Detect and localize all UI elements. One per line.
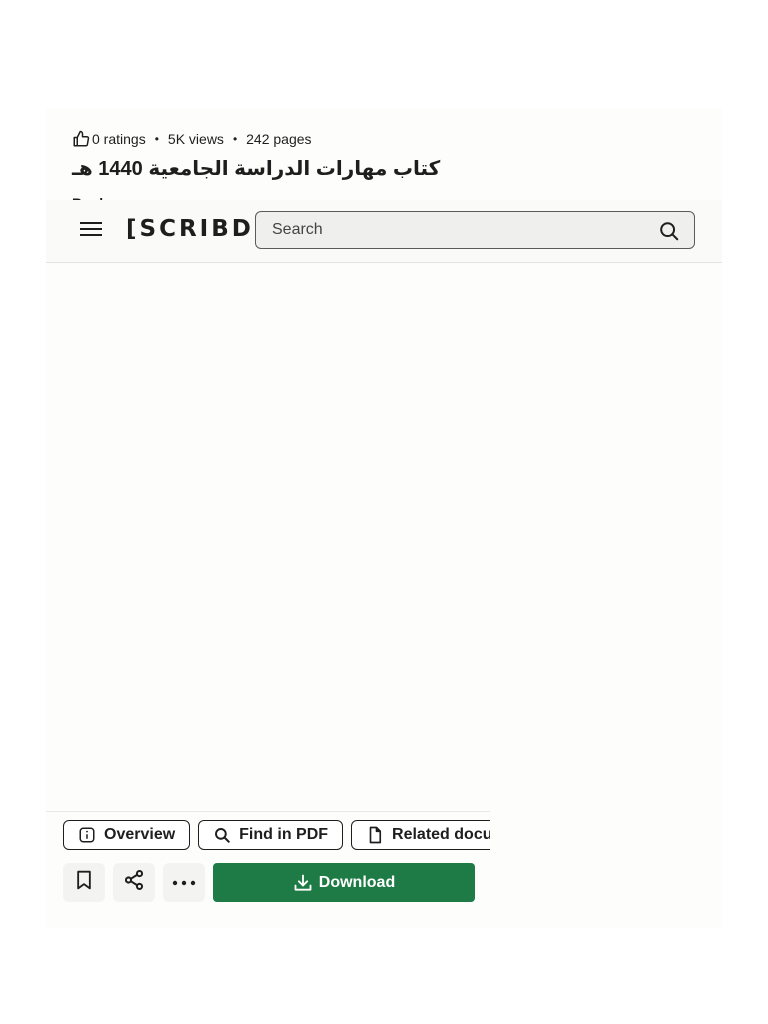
author-link[interactable]: Book (72, 192, 107, 200)
thumbs-up-icon[interactable] (72, 130, 90, 148)
page: 0 ratings • 5K views • 242 pages كتاب مه… (0, 0, 768, 1024)
hamburger-icon (79, 220, 103, 243)
bottom-action-bar: Overview Find in PDF Related docu Downlo… (46, 811, 490, 919)
document-tabs: Overview Find in PDF Related docu (63, 820, 490, 850)
share-icon (123, 869, 145, 896)
info-icon (78, 826, 96, 844)
more-dots-icon (172, 874, 196, 892)
more-options-button[interactable] (163, 863, 205, 902)
share-button[interactable] (113, 863, 155, 902)
separator-dot: • (232, 132, 238, 146)
download-icon (293, 873, 313, 893)
search-icon[interactable] (658, 220, 680, 242)
search-field[interactable] (255, 211, 695, 249)
separator-dot: • (154, 132, 159, 146)
download-label: Download (318, 873, 396, 891)
bookmark-icon (74, 869, 94, 896)
ratings-count: 0 ratings (92, 131, 146, 147)
document-actions: Download (63, 863, 475, 902)
tab-label: Find in PDF (239, 826, 329, 843)
tab-label: Overview (104, 826, 176, 843)
download-button[interactable]: Download (213, 863, 475, 902)
tab-overview[interactable]: Overview (63, 820, 191, 850)
tab-related-documents[interactable]: Related documents (351, 820, 490, 850)
tab-label: Related documents (392, 826, 490, 843)
menu-button[interactable] (76, 219, 106, 243)
views-count: 5K views (167, 131, 224, 147)
page-count: 242 pages (246, 131, 312, 147)
document-meta: 0 ratings • 5K views • 242 pages (72, 129, 312, 149)
search-input[interactable] (256, 220, 644, 240)
search-icon (213, 826, 231, 844)
document-icon (366, 826, 384, 844)
document-title: كتاب مهارات الدراسة الجامعية 1440 هـ (72, 158, 441, 180)
scribd-logo[interactable]: [SCRIBD] (126, 216, 267, 242)
tab-find-in-pdf[interactable]: Find in PDF (198, 820, 344, 850)
save-button[interactable] (63, 863, 105, 902)
